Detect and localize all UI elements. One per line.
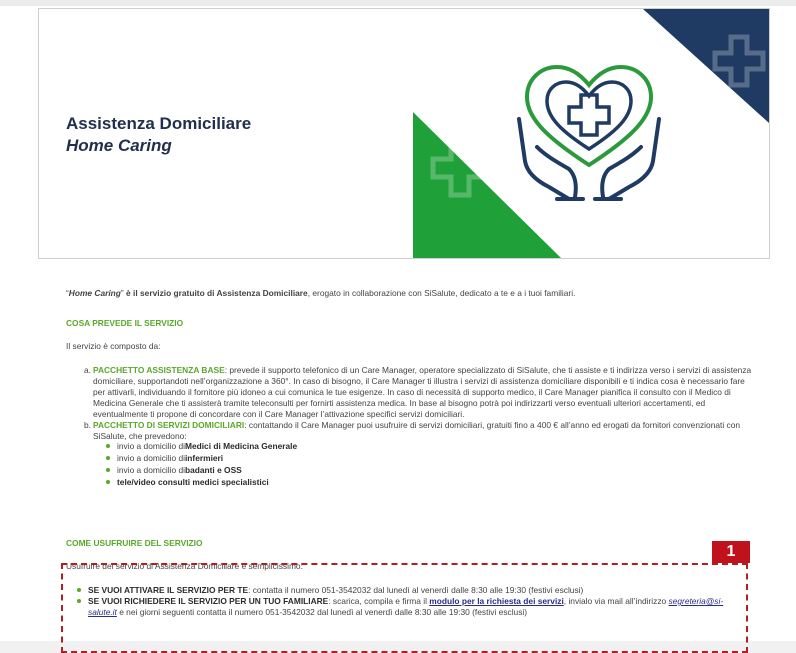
section-heading-cosa-prevede: COSA PREVEDE IL SERVIZIO [66,318,184,328]
bullet-dot-icon [106,456,110,460]
top-strip [0,0,796,6]
callout-number-badge: 1 [712,541,750,563]
intro-rest: , erogato in collaborazione con SiSalute… [307,288,576,298]
intro-paragraph: “Home Caring” è il servizio gratuito di … [66,288,575,299]
hero-title: Assistenza Domiciliare Home Caring [66,113,251,157]
highlight-callout-box [61,563,748,653]
page: Assistenza Domiciliare Home Caring “Home… [0,0,796,653]
composed-text: Il servizio è composto da: [66,341,161,351]
bullet-text: invio a domicilio di [117,452,185,463]
intro-mid: è il servizio gratuito di [123,288,217,298]
list-item: invio a domicilio di badanti e OSS [106,464,297,476]
package-title: PACCHETTO DI SERVIZI DOMICILIARI [93,420,245,430]
hero-title-main: Assistenza Domiciliare [66,114,252,133]
bullet-dot-icon [106,468,110,472]
section-heading-come-usufruire: COME USUFRUIRE DEL SERVIZIO [66,538,203,548]
hero-banner: Assistenza Domiciliare Home Caring [38,8,770,259]
bullet-bold: badanti e OSS [184,464,242,475]
services-bullet-list: invio a domicilio di Medici di Medicina … [106,440,297,488]
bullet-dot-icon [106,480,110,484]
bullet-text: invio a domicilio di [117,464,185,475]
care-hands-heart-icon [517,64,661,201]
bullet-bold: Medici di Medicina Generale [184,440,298,451]
bullet-bold: tele/video consulti medici specialistici [117,476,269,487]
list-marker: a. [84,365,91,375]
bullet-bold: infermieri [184,452,224,463]
list-item: invio a domicilio di infermieri [106,452,297,464]
list-item: a. PACCHETTO ASSISTENZA BASE: prevede il… [84,365,759,420]
list-marker: b. [84,420,91,430]
intro-bold: Assistenza Domiciliare [216,288,308,298]
package-list: a. PACCHETTO ASSISTENZA BASE: prevede il… [84,365,759,442]
hero-title-subtitle: Home Caring [66,136,172,155]
list-item: tele/video consulti medici specialistici [106,476,297,488]
intro-service-name: Home Caring [68,288,121,298]
bullet-text: invio a domicilio di [117,440,185,451]
list-item: b. PACCHETTO DI SERVIZI DOMICILIARI: con… [84,420,759,442]
bullet-dot-icon [106,444,110,448]
list-item: invio a domicilio di Medici di Medicina … [106,440,297,452]
package-title: PACCHETTO ASSISTENZA BASE [93,365,225,375]
